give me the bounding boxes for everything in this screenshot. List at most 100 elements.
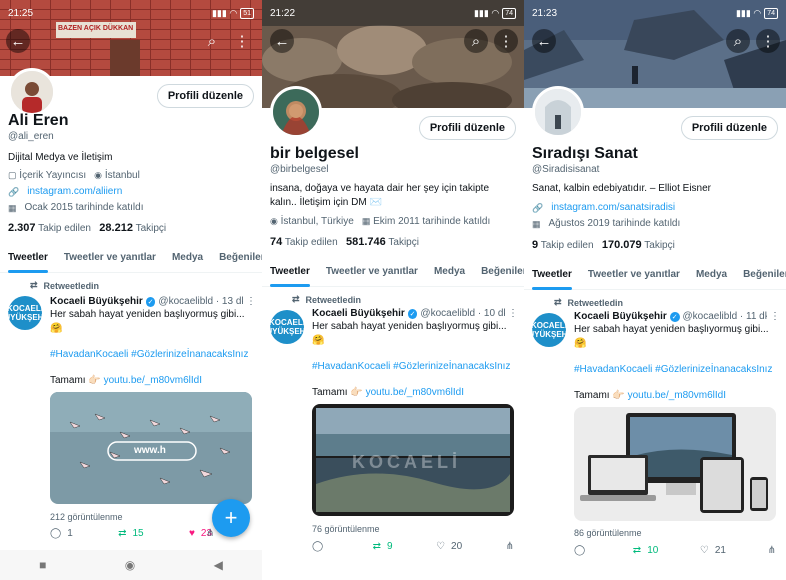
edit-profile-button[interactable]: Profili düzenle bbox=[680, 116, 778, 140]
tweet-line: Her sabah hayat yeniden başlıyormuş gibi… bbox=[574, 324, 769, 335]
banner-sign: BAZEN AÇIK DÜKKAN bbox=[58, 25, 134, 32]
tab-tweets[interactable]: Tweetler bbox=[524, 260, 580, 290]
tweet-more-icon[interactable]: ⋮ bbox=[246, 296, 256, 307]
link-icon: 🔗 bbox=[532, 203, 544, 213]
tweet-media-caption: KOCAELİ bbox=[352, 452, 461, 472]
profile-handle: @ali_eren bbox=[8, 131, 54, 142]
tweet-hashtags[interactable]: #HavadanKocaeli #GözlerinizeİnanacaksInı… bbox=[50, 348, 254, 362]
tweet-link[interactable]: youtu.be/_m80vm6lIdI bbox=[628, 390, 726, 401]
tweet-meta: @kocaelibld · 11 dk bbox=[682, 311, 768, 322]
calendar-icon: ▦ bbox=[532, 219, 541, 229]
search-icon[interactable]: ⌕ bbox=[200, 29, 224, 53]
tab-media[interactable]: Medya bbox=[164, 243, 211, 272]
tab-media[interactable]: Medya bbox=[426, 257, 473, 286]
avatar[interactable] bbox=[532, 86, 584, 138]
retweet-button[interactable]: ⇄ 10 bbox=[633, 545, 659, 556]
reply-icon: ◯ bbox=[50, 528, 62, 539]
tweet-header: Kocaeli Büyükşehir ✓ @kocaelibld · 10 dk… bbox=[312, 308, 518, 319]
tab-tweets-and-replies[interactable]: Tweetler ve yanıtlar bbox=[56, 243, 164, 272]
tweet-link-prefix: Tamamı 👉🏻 bbox=[574, 390, 625, 401]
tweet-views: 212 görüntülenme bbox=[50, 512, 123, 522]
verified-icon: ✓ bbox=[145, 296, 156, 307]
tab-likes[interactable]: Beğeniler bbox=[473, 257, 524, 286]
back-arrow-icon[interactable]: ← bbox=[270, 29, 294, 53]
tweet-text: Her sabah hayat yeniden başlıyormuş gibi… bbox=[312, 320, 516, 400]
tab-tweets-and-replies[interactable]: Tweetler ve yanıtlar bbox=[580, 260, 688, 289]
followers-link[interactable]: 581.746 Takipçi bbox=[346, 236, 419, 248]
share-icon[interactable]: ⋔ bbox=[206, 528, 214, 539]
retweet-button[interactable]: ⇄ 9 bbox=[373, 541, 393, 552]
retweet-icon: ⇄ bbox=[292, 294, 300, 304]
calendar-icon: ▦ bbox=[361, 216, 371, 226]
follow-stats: 2.307 Takip edilen 28.212 Takipçi bbox=[8, 222, 166, 234]
tab-tweets[interactable]: Tweetler bbox=[262, 257, 318, 287]
edit-profile-button[interactable]: Profili düzenle bbox=[418, 116, 516, 140]
tab-media[interactable]: Medya bbox=[688, 260, 735, 289]
avatar[interactable] bbox=[8, 68, 56, 116]
more-vertical-icon[interactable]: ⋮ bbox=[230, 29, 254, 53]
share-icon[interactable]: ⋔ bbox=[506, 541, 514, 552]
retweet-count: 15 bbox=[132, 528, 144, 539]
like-button[interactable]: ♡ 21 bbox=[700, 545, 726, 556]
more-vertical-icon[interactable]: ⋮ bbox=[756, 29, 780, 53]
retweet-count: 9 bbox=[387, 541, 393, 552]
reply-button[interactable]: ◯ bbox=[312, 541, 329, 552]
status-time: 21:23 bbox=[532, 7, 558, 19]
more-vertical-icon[interactable]: ⋮ bbox=[494, 29, 518, 53]
following-link[interactable]: 2.307 Takip edilen bbox=[8, 222, 91, 234]
search-icon[interactable]: ⌕ bbox=[726, 29, 750, 53]
tweet-author-avatar[interactable]: KOCAELİ BÜYÜKŞEHİR bbox=[0, 296, 51, 330]
tweet-author-name[interactable]: Kocaeli Büyükşehir bbox=[50, 296, 143, 307]
avatar[interactable] bbox=[270, 86, 322, 138]
compose-icon[interactable]: + bbox=[212, 499, 250, 537]
tweet-header: Kocaeli Büyükşehir ✓ @kocaelibld · 11 dk… bbox=[574, 311, 780, 322]
tweet-more-icon[interactable]: ⋮ bbox=[770, 311, 780, 322]
back-arrow-icon[interactable]: ← bbox=[532, 29, 556, 53]
home-icon[interactable]: ◉ bbox=[125, 558, 135, 572]
status-bar: 21:22 ▮▮▮ ◠ 74 bbox=[262, 0, 524, 26]
search-icon[interactable]: ⌕ bbox=[464, 29, 488, 53]
following-label: Takip edilen bbox=[540, 240, 594, 251]
edit-profile-button[interactable]: Profili düzenle bbox=[156, 84, 254, 108]
followers-link[interactable]: 170.079 Takipçi bbox=[602, 239, 675, 251]
tweet-hashtags[interactable]: #HavadanKocaeli #GözlerinizeİnanacaksInı… bbox=[574, 363, 778, 377]
link-icon: 🔗 bbox=[8, 187, 20, 197]
tweet-text: Her sabah hayat yeniden başlıyormuş gibi… bbox=[574, 323, 778, 403]
back-icon[interactable]: ◀ bbox=[214, 558, 223, 572]
tweet-author-name[interactable]: Kocaeli Büyükşehir bbox=[574, 311, 667, 322]
tab-likes[interactable]: Beğeniler bbox=[211, 243, 262, 272]
tweet-media[interactable] bbox=[574, 407, 776, 521]
reply-button[interactable]: ◯ 1 bbox=[50, 528, 73, 539]
following-count: 74 bbox=[270, 236, 283, 248]
tab-tweets[interactable]: Tweetler bbox=[0, 243, 56, 273]
tweet-more-icon[interactable]: ⋮ bbox=[508, 308, 518, 319]
following-link[interactable]: 9 Takip edilen bbox=[532, 239, 594, 251]
tweet-author-name[interactable]: Kocaeli Büyükşehir bbox=[312, 308, 405, 319]
tweet-line: Her sabah hayat yeniden başlıyormuş gibi… bbox=[312, 321, 507, 332]
tweet-author-avatar[interactable]: KOCAELİ BÜYÜKŞEHİR bbox=[262, 310, 313, 344]
follow-stats: 74 Takip edilen 581.746 Takipçi bbox=[270, 236, 419, 248]
tweet-author-avatar[interactable]: KOCAELİ BÜYÜKŞEHİR bbox=[524, 313, 575, 347]
recents-icon[interactable]: ■ bbox=[39, 558, 46, 572]
profile-category: İçerik Yayıncısı bbox=[19, 170, 87, 181]
tab-tweets-and-replies[interactable]: Tweetler ve yanıtlar bbox=[318, 257, 426, 286]
battery-icon: 74 bbox=[502, 7, 516, 19]
tweet-link[interactable]: youtu.be/_m80vm6lIdI bbox=[366, 387, 464, 398]
tweet-media[interactable]: www.h bbox=[50, 392, 252, 504]
reply-button[interactable]: ◯ bbox=[574, 545, 591, 556]
tweet-hashtags[interactable]: #HavadanKocaeli #GözlerinizeİnanacaksInı… bbox=[312, 360, 516, 374]
following-link[interactable]: 74 Takip edilen bbox=[270, 236, 338, 248]
like-button[interactable]: ♡ 20 bbox=[436, 541, 462, 552]
profile-website-link[interactable]: instagram.com/sanatsiradisi bbox=[551, 200, 675, 216]
retweet-button[interactable]: ⇄ 15 bbox=[118, 528, 144, 539]
followers-link[interactable]: 28.212 Takipçi bbox=[99, 222, 166, 234]
tweet-meta: @kocaelibld · 13 dk bbox=[158, 296, 243, 307]
like-count: 20 bbox=[451, 541, 463, 552]
tab-likes[interactable]: Beğeniler bbox=[735, 260, 786, 289]
share-icon[interactable]: ⋔ bbox=[768, 545, 776, 556]
profile-website-link[interactable]: instagram.com/aliiern bbox=[27, 184, 122, 200]
tweet-media[interactable]: KOCAELİ bbox=[312, 404, 514, 516]
tweet-link[interactable]: youtu.be/_m80vm6lIdI bbox=[104, 375, 202, 386]
following-count: 9 bbox=[532, 239, 539, 251]
back-arrow-icon[interactable]: ← bbox=[6, 29, 30, 53]
